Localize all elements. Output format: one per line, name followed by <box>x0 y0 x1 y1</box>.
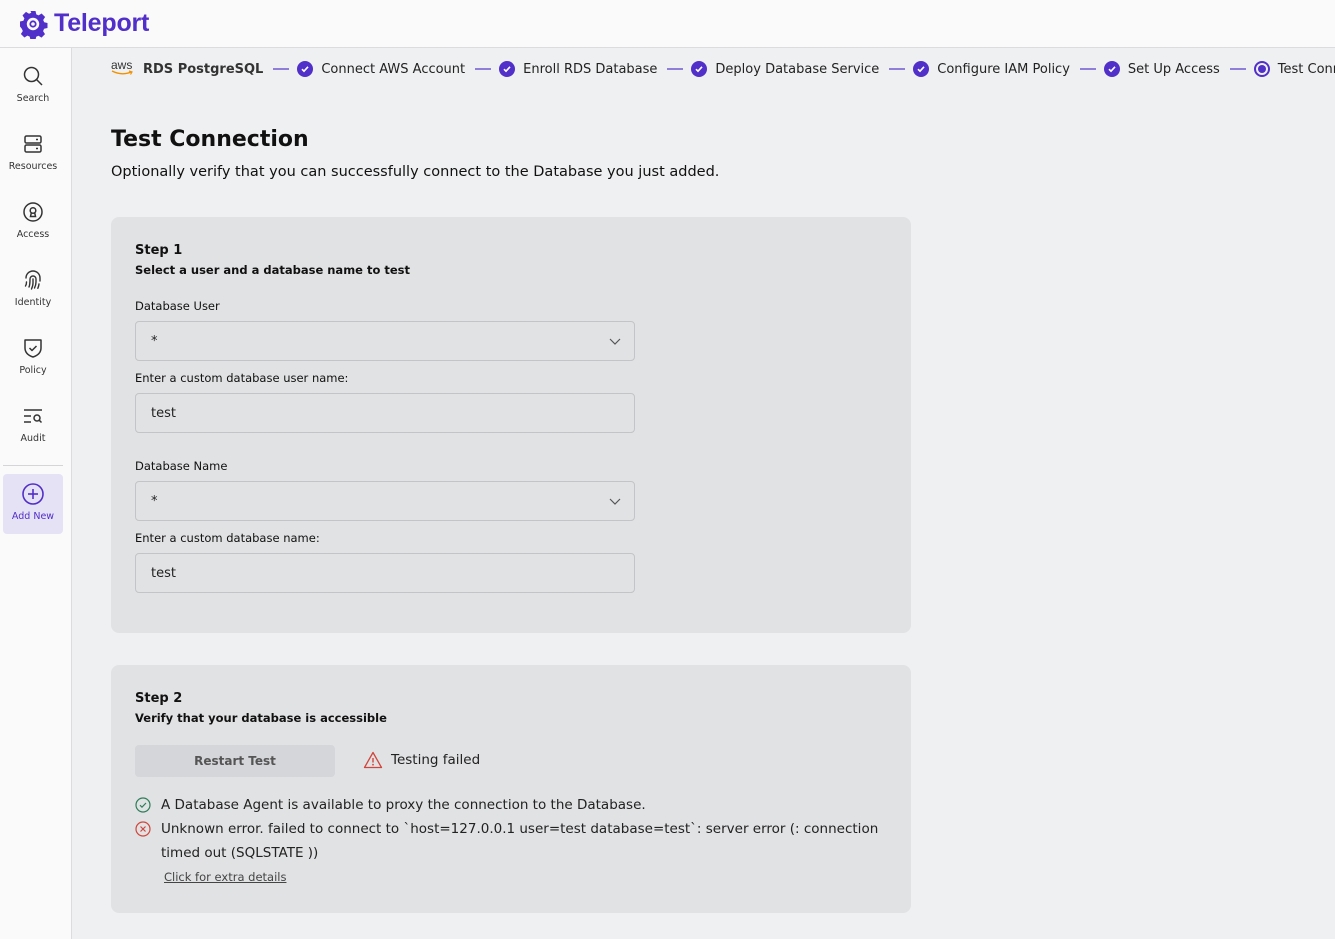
step-1-heading: Step 1 <box>135 243 183 258</box>
step-label: Enroll RDS Database <box>523 61 658 77</box>
database-name-value: * <box>151 493 158 509</box>
aws-smile-icon <box>111 70 133 75</box>
sidebar-item-policy[interactable]: Policy <box>3 328 63 388</box>
step-connector <box>889 68 906 70</box>
sidebar-item-add-new[interactable]: Add New <box>3 474 63 534</box>
breadcrumb: aws RDS PostgreSQL Connect AWS Account E… <box>111 56 1335 82</box>
restart-test-button[interactable]: Restart Test <box>135 745 335 777</box>
check-circle-icon <box>1103 61 1120 77</box>
result-text: Unknown error. failed to connect to `hos… <box>161 821 879 861</box>
top-bar: Teleport <box>0 0 1335 48</box>
sidebar-item-resources[interactable]: Resources <box>3 124 63 184</box>
teleport-logo[interactable]: Teleport <box>18 9 149 39</box>
sidebar-item-label: Search <box>16 93 50 104</box>
custom-user-input[interactable]: test <box>135 393 635 433</box>
test-status: Testing failed <box>363 751 480 769</box>
check-circle-icon <box>135 797 151 813</box>
step-deploy-database-service: Deploy Database Service <box>691 61 879 77</box>
custom-user-label: Enter a custom database user name: <box>135 371 349 385</box>
sidebar-item-label: Resources <box>8 161 58 172</box>
page-subtitle: Optionally verify that you can successfu… <box>111 164 720 180</box>
check-circle-icon <box>913 61 930 77</box>
step-label: Configure IAM Policy <box>937 61 1070 77</box>
server-icon <box>24 135 42 153</box>
search-icon <box>23 66 43 86</box>
sidebar-item-label: Policy <box>19 365 47 376</box>
step-configure-iam-policy: Configure IAM Policy <box>913 61 1070 77</box>
sidebar: Search Resources Access Identity Policy … <box>0 48 72 939</box>
step-connector <box>1079 68 1096 70</box>
check-circle-icon <box>499 61 516 77</box>
current-step-icon <box>1253 61 1270 77</box>
fingerprint-icon <box>24 270 41 290</box>
error-circle-icon <box>135 821 151 837</box>
sidebar-divider <box>3 465 63 466</box>
extra-details-link[interactable]: Click for extra details <box>164 870 286 884</box>
database-name-select[interactable]: * <box>135 481 635 521</box>
step-connector <box>475 68 492 70</box>
sidebar-item-label: Access <box>16 229 50 240</box>
step-1-card: Step 1 Select a user and a database name… <box>111 217 911 633</box>
step-label: Set Up Access <box>1127 61 1220 77</box>
custom-name-input[interactable]: test <box>135 553 635 593</box>
step-2-heading: Step 2 <box>135 691 183 706</box>
result-text: A Database Agent is available to proxy t… <box>161 797 646 813</box>
step-label: Deploy Database Service <box>715 61 880 77</box>
sidebar-item-search[interactable]: Search <box>3 56 63 116</box>
result-error: Unknown error. failed to connect to `hos… <box>135 817 895 865</box>
sidebar-item-access[interactable]: Access <box>3 192 63 252</box>
aws-logo: aws <box>111 58 137 80</box>
sidebar-item-label: Identity <box>14 297 52 308</box>
sidebar-item-label: Audit <box>20 433 46 444</box>
app-name: Teleport <box>54 9 150 37</box>
teleport-gear-icon <box>20 10 48 39</box>
sidebar-item-identity[interactable]: Identity <box>3 260 63 320</box>
plus-circle-icon <box>22 483 44 505</box>
step-connector <box>1229 68 1246 70</box>
test-status-text: Testing failed <box>391 752 481 768</box>
custom-name-value: test <box>151 565 176 581</box>
database-user-select[interactable]: * <box>135 321 635 361</box>
keyhole-icon <box>23 202 43 222</box>
step-label: Connect AWS Account <box>321 61 466 77</box>
shield-check-icon <box>24 339 42 358</box>
step-connector <box>273 68 290 70</box>
step-set-up-access: Set Up Access <box>1103 61 1220 77</box>
step-connect-aws-account: Connect AWS Account <box>297 61 465 77</box>
step-test-connection: Test Connection <box>1253 61 1335 77</box>
database-name-label: Database Name <box>135 459 228 473</box>
step-connector <box>667 68 684 70</box>
step-enroll-rds-database: Enroll RDS Database <box>499 61 657 77</box>
chevron-down-icon <box>609 338 621 345</box>
page-title: Test Connection <box>111 127 309 152</box>
database-user-label: Database User <box>135 299 220 313</box>
custom-user-value: test <box>151 405 176 421</box>
result-success: A Database Agent is available to proxy t… <box>135 793 895 817</box>
check-circle-icon <box>691 61 708 77</box>
sidebar-item-label: Add New <box>11 511 55 522</box>
resource-type: RDS PostgreSQL <box>143 61 264 77</box>
custom-name-label: Enter a custom database name: <box>135 531 320 545</box>
chevron-down-icon <box>609 498 621 505</box>
step-2-card: Step 2 Verify that your database is acce… <box>111 665 911 913</box>
sidebar-item-audit[interactable]: Audit <box>3 396 63 456</box>
warning-icon <box>363 751 383 769</box>
step-1-subheading: Select a user and a database name to tes… <box>135 263 411 277</box>
check-circle-icon <box>297 61 314 77</box>
database-user-value: * <box>151 333 158 349</box>
step-label: Test Connection <box>1277 61 1335 77</box>
step-2-subheading: Verify that your database is accessible <box>135 711 387 725</box>
list-search-icon <box>24 409 43 424</box>
